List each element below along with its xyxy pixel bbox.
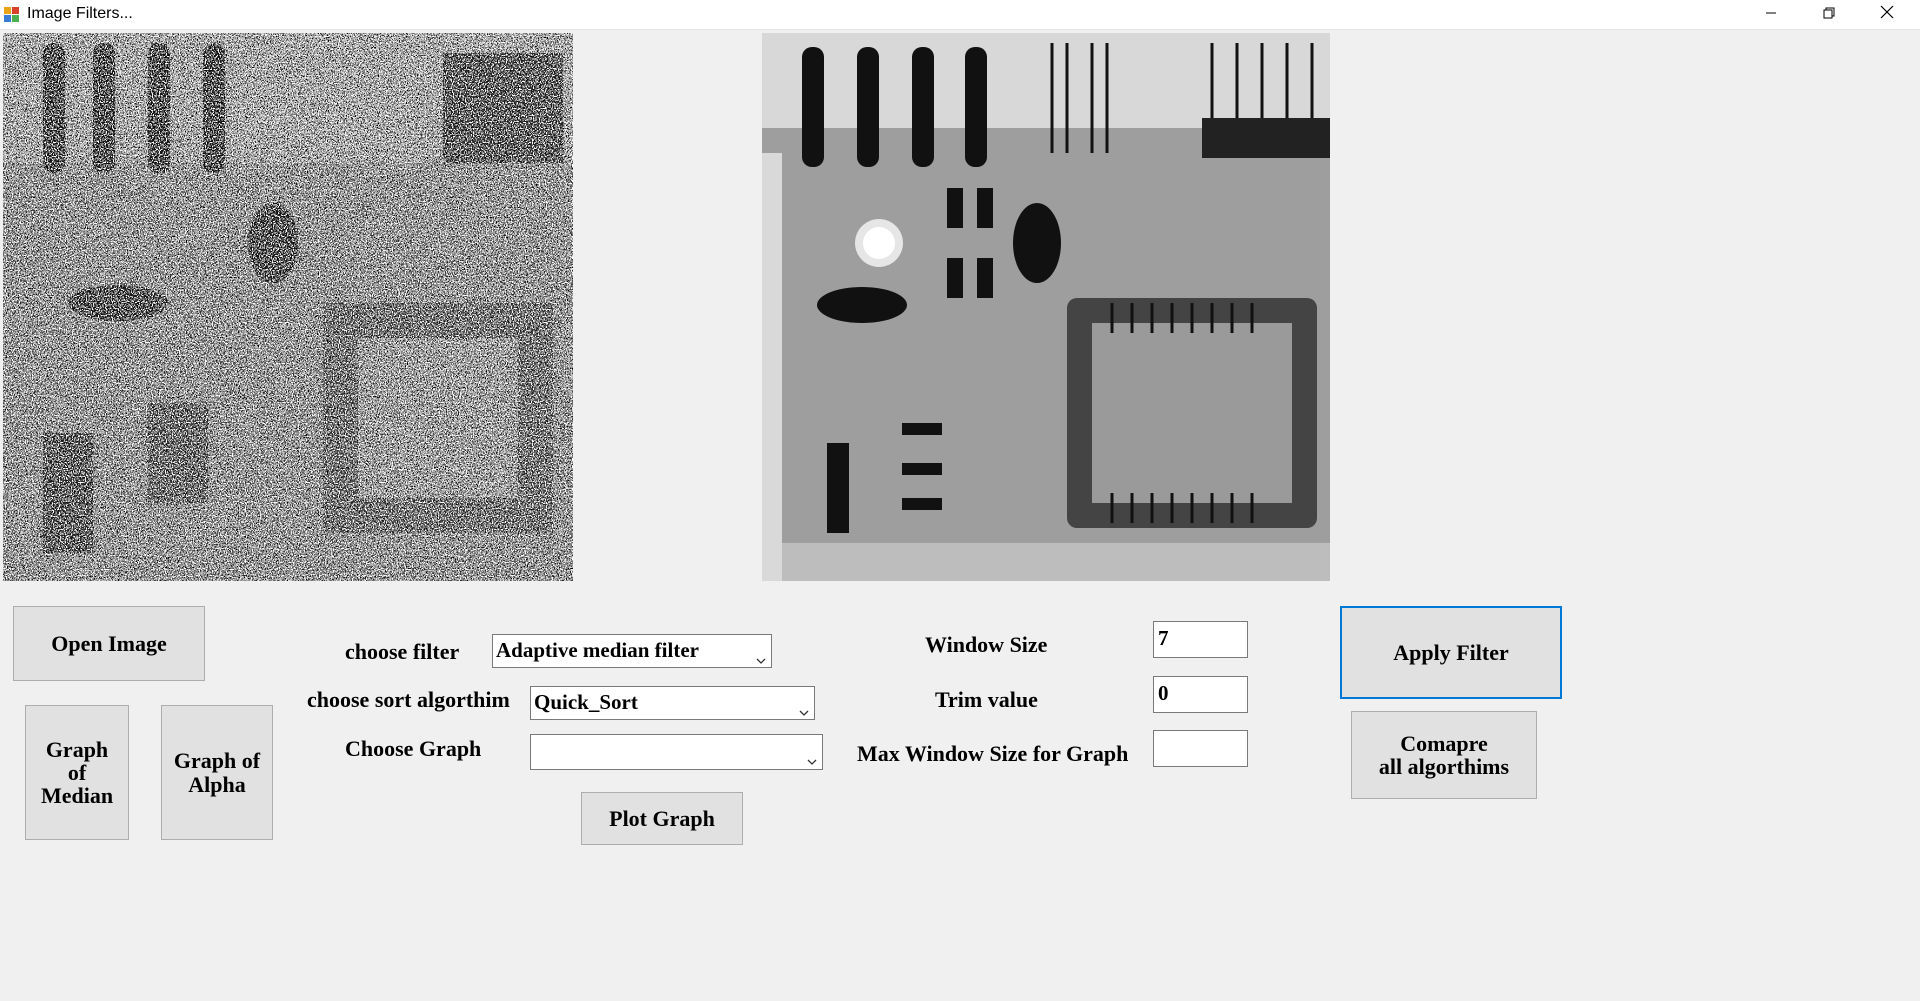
filtered-circuit-board-image (762, 33, 1330, 581)
chevron-down-icon (799, 698, 809, 716)
plot-graph-button[interactable]: Plot Graph (581, 792, 743, 845)
open-image-button[interactable]: Open Image (13, 606, 205, 681)
window-size-label: Window Size (925, 632, 1048, 657)
choose-filter-label: choose filter (345, 639, 460, 664)
sort-algorithm-select[interactable]: Quick_Sort (530, 686, 815, 720)
noisy-circuit-board-image (3, 33, 573, 581)
maximize-icon (1823, 6, 1835, 24)
trim-value-label: Trim value (935, 687, 1038, 712)
sort-algorithm-select-value: Quick_Sort (534, 690, 638, 714)
app-window-icon (4, 7, 20, 23)
minimize-icon (1765, 6, 1777, 24)
close-button[interactable] (1858, 0, 1916, 29)
chevron-down-icon (756, 646, 766, 664)
compare-all-algorithms-button[interactable]: Comapre all algorthims (1351, 711, 1537, 799)
chevron-down-icon (807, 747, 817, 765)
choose-graph-label: Choose Graph (345, 736, 482, 761)
graph-of-median-button[interactable]: Graph of Median (25, 705, 129, 840)
max-window-size-label: Max Window Size for Graph (857, 741, 1129, 766)
graph-select[interactable] (530, 734, 823, 770)
title-bar: Image Filters... (0, 0, 1920, 30)
window-title: Image Filters... (27, 5, 133, 22)
max-window-size-input[interactable] (1153, 730, 1248, 767)
trim-value-input[interactable]: 0 (1153, 676, 1248, 713)
apply-filter-button[interactable]: Apply Filter (1340, 606, 1562, 699)
close-icon (1880, 5, 1894, 24)
filter-select[interactable]: Adaptive median filter (492, 634, 772, 668)
window-size-input[interactable]: 7 (1153, 621, 1248, 658)
graph-of-alpha-button[interactable]: Graph of Alpha (161, 705, 273, 840)
maximize-button[interactable] (1800, 0, 1858, 29)
minimize-button[interactable] (1742, 0, 1800, 29)
choose-sort-algorithm-label: choose sort algorthim (307, 687, 510, 712)
filter-select-value: Adaptive median filter (496, 638, 699, 662)
